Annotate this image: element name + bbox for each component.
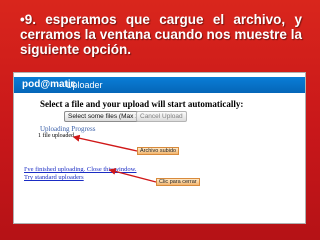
standard-uploaders-link[interactable]: Try standard uploaders <box>24 174 84 181</box>
app-header-bar: pod@matic Uploader <box>14 77 305 93</box>
callout-clic-para-cerrar: Clic para cerrar <box>156 178 200 186</box>
upload-instruction: Select a file and your upload will start… <box>40 99 244 109</box>
arrow-to-uploaded-text <box>72 134 138 152</box>
callout-archivo-subido: Archivo subido <box>137 147 180 155</box>
uploading-progress-heading: Uploading Progress <box>40 125 96 133</box>
close-window-link[interactable]: I've finished uploading. Close this wind… <box>24 166 137 173</box>
uploader-screenshot: pod@matic Uploader Select a file and you… <box>13 72 306 224</box>
app-name: Uploader <box>66 80 103 90</box>
upload-status-text: 1 file uploaded. <box>38 133 76 139</box>
cancel-upload-button[interactable]: Cancel Upload <box>136 111 187 122</box>
slide-title: •9. esperamos que cargue el archivo, y c… <box>20 12 302 57</box>
